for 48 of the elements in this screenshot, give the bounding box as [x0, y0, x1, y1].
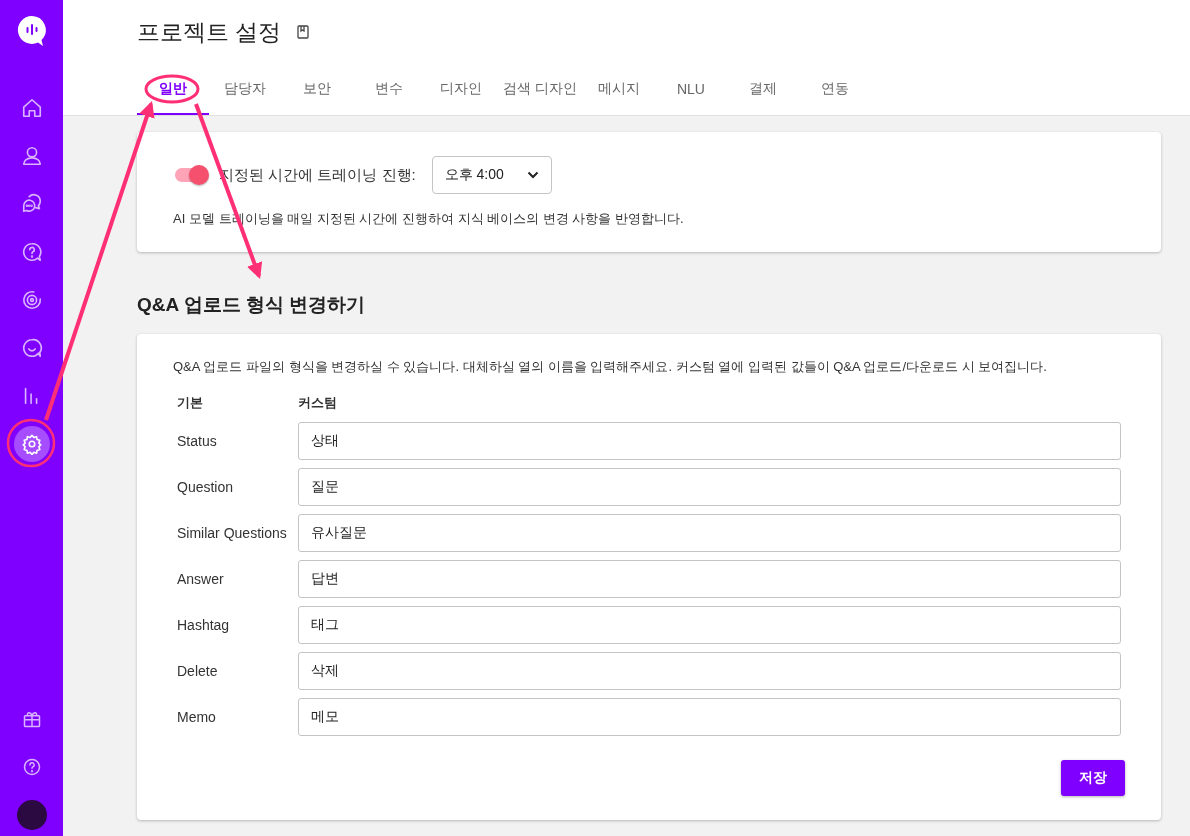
page-title: 프로젝트 설정	[137, 17, 282, 47]
question-bubble-icon	[20, 241, 43, 263]
book-icon[interactable]	[297, 25, 310, 39]
tab[interactable]: 일반	[137, 64, 209, 115]
settings-nav-button[interactable]	[13, 426, 50, 462]
person-icon	[20, 145, 43, 167]
chevron-down-icon	[526, 171, 539, 179]
tab[interactable]: 결제	[726, 64, 799, 115]
save-button[interactable]: 저장	[1061, 760, 1125, 796]
avatar[interactable]	[16, 800, 47, 830]
field-label: Status	[176, 433, 218, 449]
input-field[interactable]: 유사질문	[298, 514, 1121, 552]
tab[interactable]: 디자인	[425, 64, 497, 115]
tab[interactable]: NLU	[654, 64, 727, 115]
input-field[interactable]: 상태	[298, 422, 1121, 460]
format-description: Q&A 업로드 파일의 형식을 변경하실 수 있습니다. 대체하실 열의 이름을 입력해주세요. 커스텀 열에 입력된 값들이 Q&A 업로드/다운로드 시 보여집니다.	[173, 358, 1048, 376]
highlight-circle	[6, 418, 56, 468]
home-icon	[20, 97, 43, 119]
field-label: Similar Questions	[176, 525, 288, 541]
logo-icon	[16, 15, 47, 47]
section-title: Q&A 업로드 형식 변경하기	[137, 293, 367, 317]
column-header: 커스텀	[298, 394, 338, 412]
target-icon	[20, 289, 43, 311]
tab[interactable]: 메시지	[582, 64, 655, 115]
chat-bubbles-icon	[20, 193, 43, 215]
tab[interactable]: 변수	[353, 64, 425, 115]
input-field[interactable]: 질문	[298, 468, 1121, 506]
input-field[interactable]: 답변	[298, 560, 1121, 598]
tab[interactable]: 연동	[798, 64, 871, 115]
input-field[interactable]: 태그	[298, 606, 1121, 644]
gift-icon	[21, 709, 42, 729]
column-header: 기본	[176, 394, 204, 412]
field-label: Hashtag	[176, 617, 231, 633]
settings-icon	[20, 433, 43, 455]
field-label: Question	[176, 479, 235, 495]
field-label: Answer	[176, 571, 225, 587]
smile-chat-icon	[20, 337, 43, 359]
field-label: Delete	[176, 663, 219, 679]
field-label: Memo	[176, 709, 217, 725]
highlight-ellipse	[144, 74, 200, 104]
tab[interactable]: 담당자	[209, 64, 281, 115]
help-icon	[21, 757, 42, 777]
time-select[interactable]: 오후 4:00	[431, 156, 552, 194]
tab[interactable]: 보안	[281, 64, 353, 115]
toggle-switch[interactable]	[173, 164, 209, 186]
input-field[interactable]: 메모	[298, 698, 1121, 736]
input-field[interactable]: 삭제	[298, 652, 1121, 690]
tab[interactable]: 검색 디자인	[497, 64, 583, 115]
